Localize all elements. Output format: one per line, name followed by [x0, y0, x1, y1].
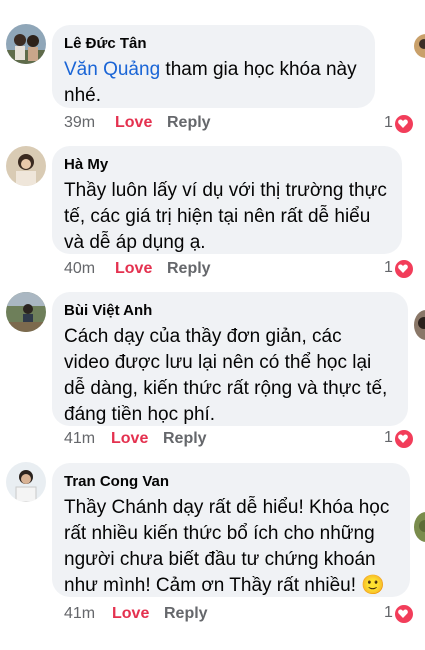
- comment-timestamp[interactable]: 40m: [64, 259, 95, 279]
- avatar[interactable]: [6, 24, 46, 64]
- love-button[interactable]: Love: [115, 113, 152, 133]
- reply-button[interactable]: Reply: [164, 604, 208, 624]
- comment-timestamp[interactable]: 39m: [64, 113, 95, 133]
- comment-timestamp[interactable]: 41m: [64, 604, 95, 624]
- reaction-count: 1: [384, 604, 393, 621]
- avatar[interactable]: [6, 292, 46, 332]
- comment-text: Thầy luôn lấy ví dụ với thị trường thực …: [64, 180, 387, 253]
- comment-bubble: Lê Đức Tân Văn Quảng tham gia học khóa n…: [52, 25, 375, 108]
- reaction-count: 1: [384, 114, 393, 131]
- love-button[interactable]: Love: [115, 259, 152, 279]
- comment-text: Văn Quảng tham gia học khóa này nhé.: [64, 59, 357, 106]
- smile-emoji-icon: 🙂: [361, 575, 385, 596]
- comment-author[interactable]: Hà My: [64, 156, 388, 174]
- comment-author[interactable]: Lê Đức Tân: [64, 35, 361, 53]
- love-button[interactable]: Love: [111, 429, 148, 449]
- comment-text: Thầy Chánh dạy rất dễ hiểu! Khóa học rất…: [64, 497, 390, 596]
- avatar[interactable]: [6, 146, 46, 186]
- avatar[interactable]: [6, 462, 46, 502]
- reply-button[interactable]: Reply: [167, 113, 211, 133]
- heart-icon: [394, 604, 414, 624]
- comment-bubble: Bùi Việt Anh Cách dạy của thầy đơn giản,…: [52, 292, 408, 426]
- reply-button[interactable]: Reply: [167, 259, 211, 279]
- heart-icon: [394, 429, 414, 449]
- love-button[interactable]: Love: [112, 604, 149, 624]
- comment-text: Cách dạy của thầy đơn giản, các video đư…: [64, 326, 388, 425]
- comment-author[interactable]: Tran Cong Van: [64, 473, 396, 491]
- reaction-count: 1: [384, 259, 393, 276]
- reaction-avatar[interactable]: [414, 310, 425, 340]
- comment-bubble: Tran Cong Van Thầy Chánh dạy rất dễ hiểu…: [52, 463, 410, 597]
- comment-timestamp[interactable]: 41m: [64, 429, 95, 449]
- reaction-avatar[interactable]: [414, 512, 425, 542]
- heart-icon: [394, 114, 414, 134]
- reaction-avatar[interactable]: [414, 34, 425, 58]
- comment-bubble: Hà My Thầy luôn lấy ví dụ với thị trường…: [52, 146, 402, 254]
- reply-button[interactable]: Reply: [163, 429, 207, 449]
- heart-icon: [394, 259, 414, 279]
- comment-author[interactable]: Bùi Việt Anh: [64, 302, 394, 320]
- reaction-count: 1: [384, 429, 393, 446]
- mention-link[interactable]: Văn Quảng: [64, 59, 160, 80]
